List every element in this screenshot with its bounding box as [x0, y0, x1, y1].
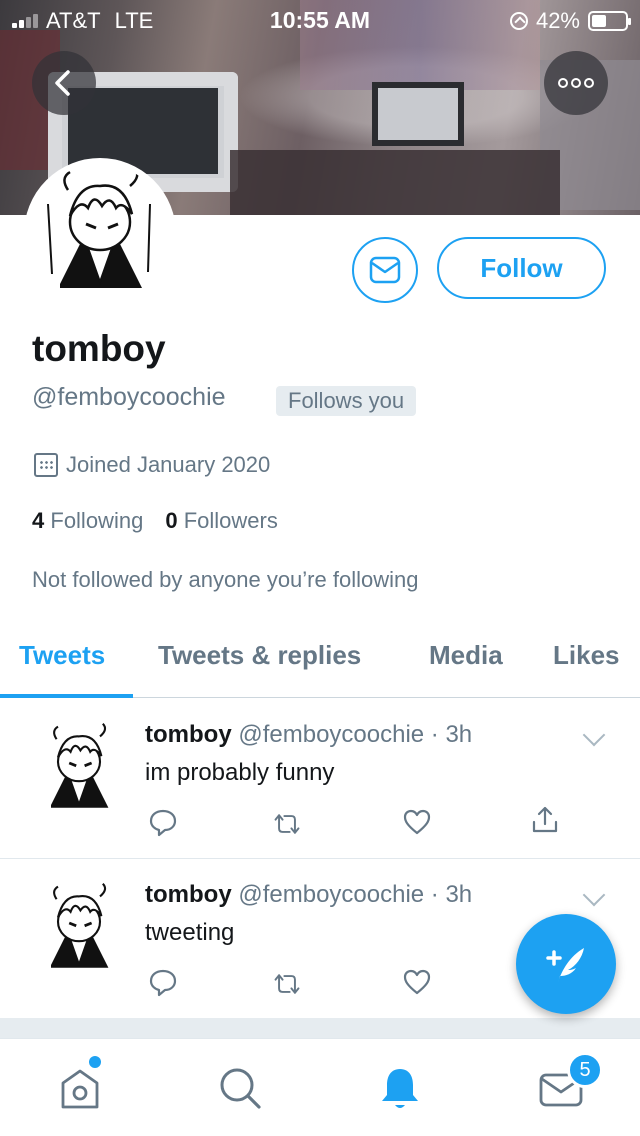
display-name: tomboy	[32, 328, 166, 369]
followers-count: 0	[165, 508, 178, 533]
followers-label: Followers	[183, 508, 278, 533]
follow-stats: 4 Following 0 Followers	[32, 508, 278, 534]
tweet-avatar[interactable]	[30, 721, 128, 819]
profile-avatar[interactable]	[24, 158, 176, 310]
search-icon[interactable]	[215, 1063, 265, 1113]
rotation-lock-icon	[509, 12, 528, 30]
chevron-down-icon[interactable]	[582, 883, 606, 907]
following-link[interactable]: 4 Following	[32, 508, 143, 534]
status-bar: AT&T LTE 10:55 AM 42%	[0, 0, 640, 40]
more-options-button[interactable]	[544, 51, 608, 115]
retweet-icon[interactable]	[272, 969, 302, 999]
tweet-item[interactable]: tomboy @femboycoochie · 3h im probably f…	[0, 699, 640, 859]
tab-tweets[interactable]: Tweets	[19, 640, 105, 671]
following-count: 4	[32, 508, 45, 533]
mail-icon	[369, 256, 401, 284]
tweet-author[interactable]: tomboy	[145, 881, 232, 908]
like-icon[interactable]	[402, 967, 432, 997]
tweet-meta: @femboycoochie · 3h	[238, 881, 473, 908]
retweet-icon[interactable]	[272, 809, 302, 839]
tweet-avatar[interactable]	[30, 881, 128, 979]
list-divider	[0, 1018, 640, 1038]
message-button[interactable]	[352, 237, 418, 303]
back-arrow-icon	[55, 70, 70, 96]
tweet-meta: @femboycoochie · 3h	[238, 721, 473, 748]
battery-percent: 42%	[535, 8, 580, 33]
user-handle: @femboycoochie	[32, 383, 226, 411]
joined-date: Joined January 2020	[34, 452, 270, 478]
compose-icon	[546, 948, 584, 982]
compose-tweet-button[interactable]	[516, 914, 616, 1014]
share-icon[interactable]	[530, 805, 560, 835]
chevron-down-icon[interactable]	[582, 723, 606, 747]
reply-icon[interactable]	[148, 967, 178, 997]
battery-icon	[588, 11, 631, 31]
tweet-header: tomboy @femboycoochie · 3h	[145, 721, 472, 749]
more-icon	[558, 78, 594, 88]
follow-button[interactable]: Follow	[437, 237, 606, 299]
tab-likes[interactable]: Likes	[553, 640, 620, 671]
notifications-icon[interactable]	[375, 1063, 425, 1113]
joined-text: Joined January 2020	[66, 452, 271, 477]
tweet-text: im probably funny	[145, 759, 335, 786]
avatar-image	[30, 164, 170, 304]
tweet-header: tomboy @femboycoochie · 3h	[145, 881, 472, 909]
follows-you-badge: Follows you	[276, 386, 417, 416]
active-tab-indicator	[0, 694, 133, 698]
reply-icon[interactable]	[148, 807, 178, 837]
like-icon[interactable]	[402, 807, 432, 837]
home-icon[interactable]	[55, 1063, 105, 1113]
profile-tabs: Tweets Tweets & replies Media Likes	[0, 620, 640, 698]
calendar-icon	[34, 453, 58, 477]
bottom-navigation	[0, 1038, 640, 1136]
messages-badge: 5	[567, 1052, 603, 1088]
tab-media[interactable]: Media	[429, 640, 503, 671]
tweet-text: tweeting	[145, 919, 235, 946]
tab-tweets-and-replies[interactable]: Tweets & replies	[158, 640, 361, 671]
mutual-followers-text: Not followed by anyone you’re following	[32, 567, 419, 592]
followers-link[interactable]: 0 Followers	[165, 508, 278, 534]
back-button[interactable]	[32, 51, 96, 115]
following-label: Following	[50, 508, 144, 533]
tweet-author[interactable]: tomboy	[145, 721, 232, 748]
home-unread-dot	[89, 1056, 101, 1068]
